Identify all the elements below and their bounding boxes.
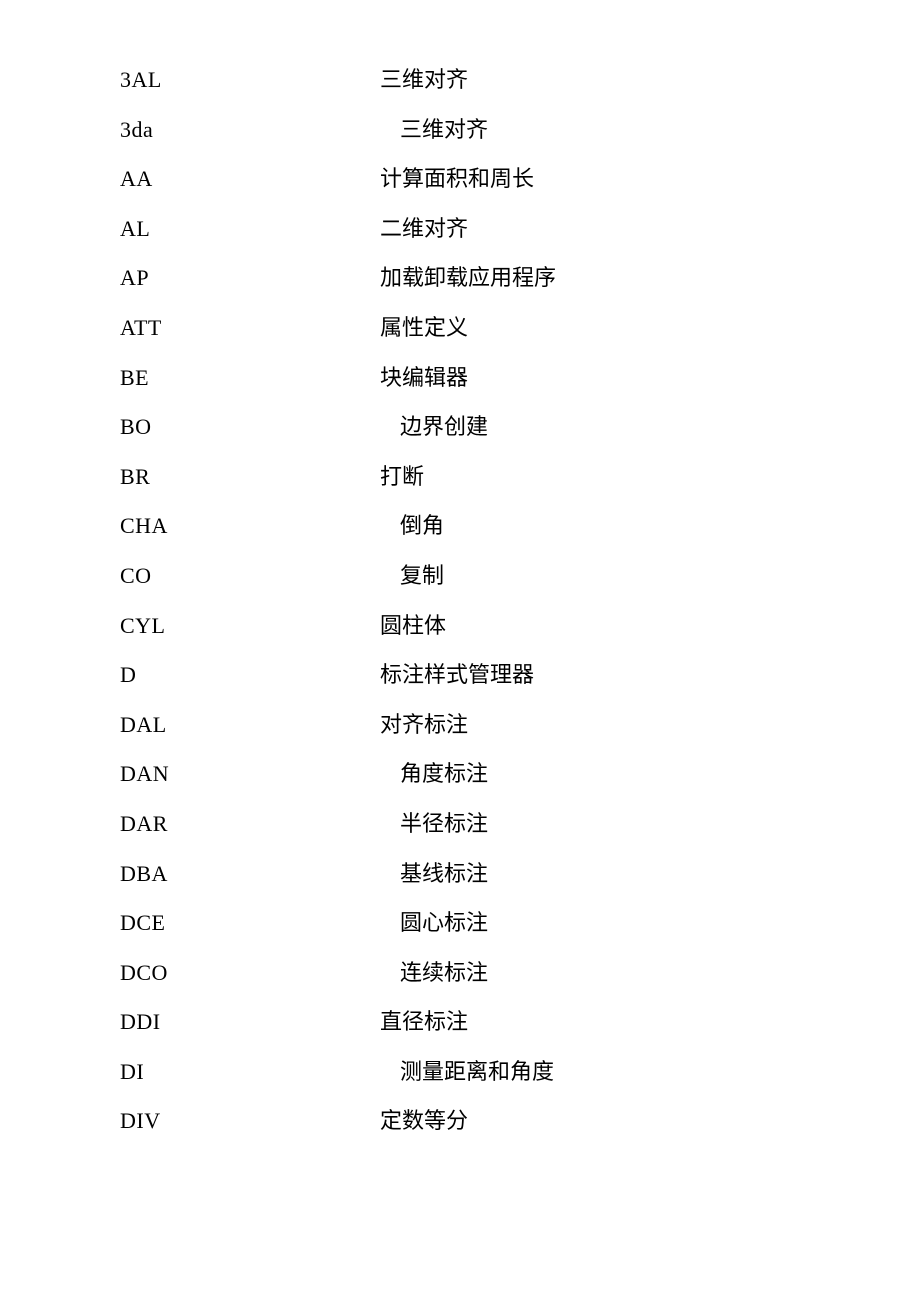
command-desc: 加载卸载应用程序 xyxy=(320,258,556,298)
command-desc: 倒角 xyxy=(320,506,444,546)
table-row: 3AL三维对齐 xyxy=(120,60,920,100)
command-code: AP xyxy=(120,258,320,298)
command-code: DCE xyxy=(120,903,320,943)
command-table: 3AL三维对齐3da三维对齐AA计算面积和周长AL二维对齐AP加载卸载应用程序A… xyxy=(0,60,920,1141)
command-desc: 标注样式管理器 xyxy=(320,655,534,695)
command-code: DIV xyxy=(120,1101,320,1141)
table-row: AA计算面积和周长 xyxy=(120,159,920,199)
command-code: CYL xyxy=(120,606,320,646)
table-row: AP加载卸载应用程序 xyxy=(120,258,920,298)
table-row: AL二维对齐 xyxy=(120,209,920,249)
command-code: AA xyxy=(120,159,320,199)
command-code: BE xyxy=(120,358,320,398)
command-code: D xyxy=(120,655,320,695)
table-row: CYL圆柱体 xyxy=(120,606,920,646)
command-code: CO xyxy=(120,556,320,596)
command-desc: 基线标注 xyxy=(320,854,488,894)
command-code: ATT xyxy=(120,308,320,348)
command-code: DCO xyxy=(120,953,320,993)
command-code: DI xyxy=(120,1052,320,1092)
table-row: D标注样式管理器 xyxy=(120,655,920,695)
table-row: DDI直径标注 xyxy=(120,1002,920,1042)
command-code: 3AL xyxy=(120,60,320,100)
command-code: DAL xyxy=(120,705,320,745)
command-desc: 定数等分 xyxy=(320,1101,468,1141)
table-row: DCO连续标注 xyxy=(120,953,920,993)
command-desc: 块编辑器 xyxy=(320,358,468,398)
command-code: DAR xyxy=(120,804,320,844)
table-row: BE块编辑器 xyxy=(120,358,920,398)
command-desc: 二维对齐 xyxy=(320,209,468,249)
table-row: CO复制 xyxy=(120,556,920,596)
command-desc: 三维对齐 xyxy=(320,110,488,150)
command-code: DAN xyxy=(120,754,320,794)
table-row: DI测量距离和角度 xyxy=(120,1052,920,1092)
command-desc: 复制 xyxy=(320,556,444,596)
command-desc: 三维对齐 xyxy=(320,60,468,100)
table-row: DBA基线标注 xyxy=(120,854,920,894)
command-desc: 计算面积和周长 xyxy=(320,159,534,199)
table-row: BR打断 xyxy=(120,457,920,497)
command-desc: 圆柱体 xyxy=(320,606,446,646)
table-row: ATT属性定义 xyxy=(120,308,920,348)
command-desc: 测量距离和角度 xyxy=(320,1052,554,1092)
command-desc: 连续标注 xyxy=(320,953,488,993)
table-row: DAN角度标注 xyxy=(120,754,920,794)
command-desc: 打断 xyxy=(320,457,424,497)
command-desc: 角度标注 xyxy=(320,754,488,794)
table-row: 3da三维对齐 xyxy=(120,110,920,150)
table-row: DAL对齐标注 xyxy=(120,705,920,745)
command-desc: 属性定义 xyxy=(320,308,468,348)
table-row: DAR半径标注 xyxy=(120,804,920,844)
command-code: BR xyxy=(120,457,320,497)
command-code: DBA xyxy=(120,854,320,894)
command-code: 3da xyxy=(120,110,320,150)
command-desc: 圆心标注 xyxy=(320,903,488,943)
command-code: DDI xyxy=(120,1002,320,1042)
table-row: CHA倒角 xyxy=(120,506,920,546)
command-desc: 半径标注 xyxy=(320,804,488,844)
command-desc: 对齐标注 xyxy=(320,705,468,745)
table-row: BO边界创建 xyxy=(120,407,920,447)
command-desc: 边界创建 xyxy=(320,407,488,447)
table-row: DCE圆心标注 xyxy=(120,903,920,943)
command-code: CHA xyxy=(120,506,320,546)
command-desc: 直径标注 xyxy=(320,1002,468,1042)
command-code: BO xyxy=(120,407,320,447)
command-code: AL xyxy=(120,209,320,249)
table-row: DIV定数等分 xyxy=(120,1101,920,1141)
